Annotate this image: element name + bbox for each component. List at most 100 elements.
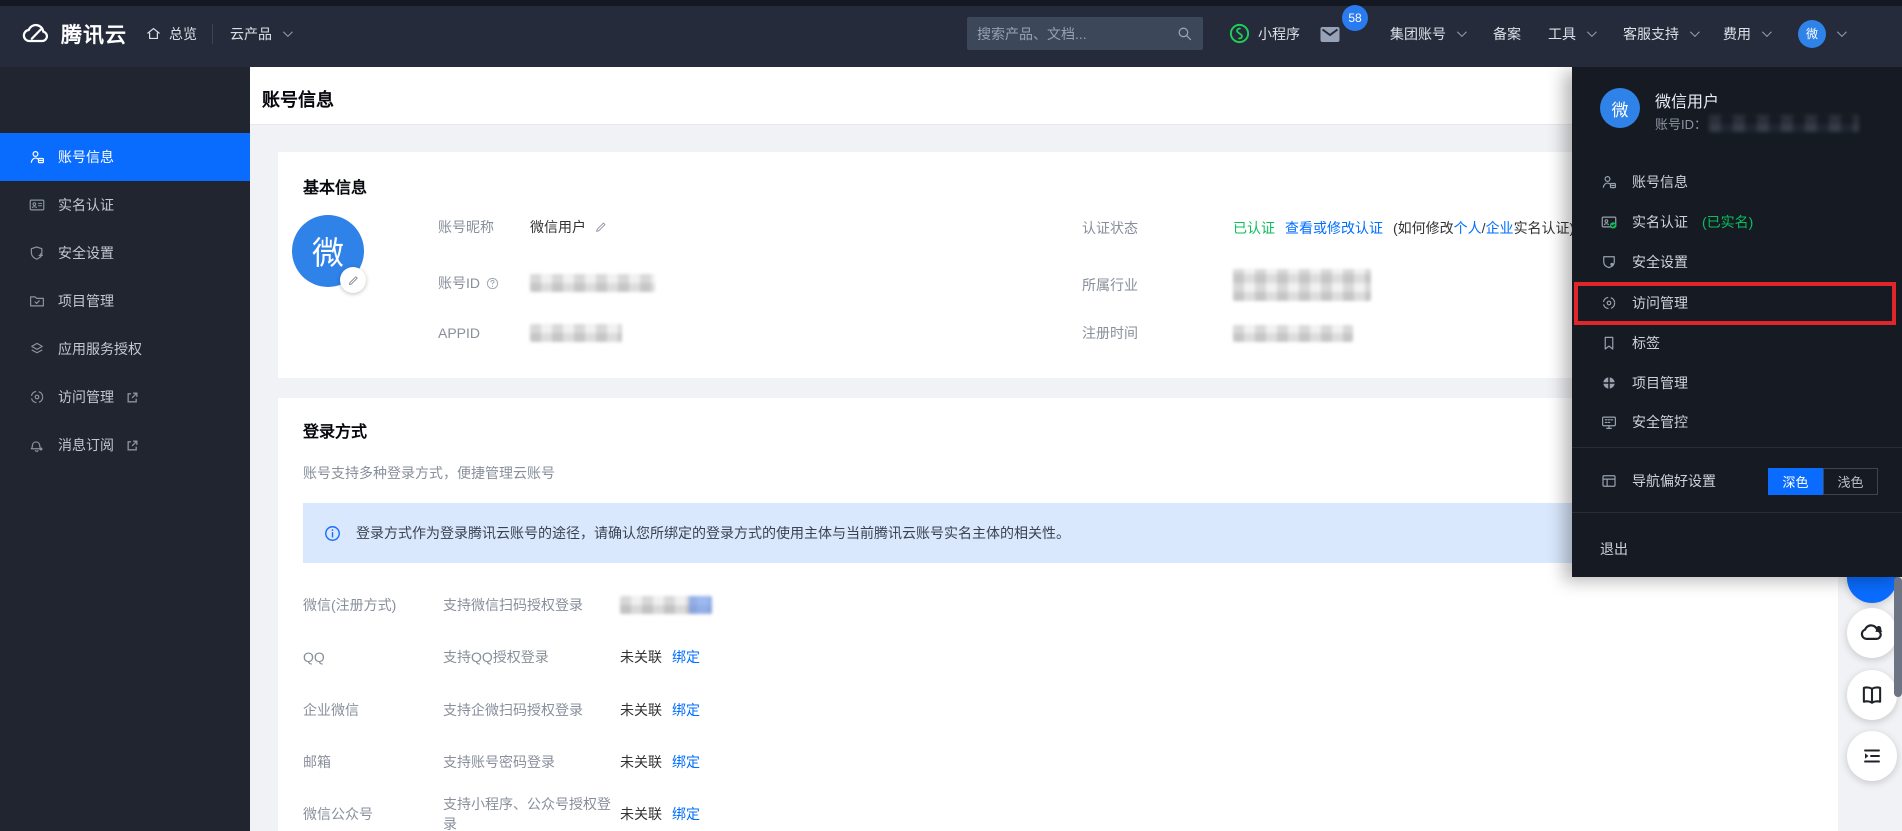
cloud-notification-float-button[interactable] — [1847, 608, 1897, 658]
sidebar-item-security-settings[interactable]: 安全设置 — [0, 229, 250, 277]
bind-link[interactable]: 绑定 — [672, 647, 700, 667]
bookmark-icon — [1600, 334, 1618, 352]
bind-link[interactable]: 绑定 — [672, 804, 700, 824]
sidebar-item-message-subscription[interactable]: 消息订阅 — [0, 421, 250, 469]
pie-quadrant-icon — [1600, 374, 1618, 392]
personal-auth-link[interactable]: 个人 — [1454, 218, 1482, 238]
bind-link[interactable]: 绑定 — [672, 752, 700, 772]
logout-button[interactable]: 退出 — [1600, 529, 1628, 569]
auth-status-value: 已认证 — [1233, 218, 1275, 238]
chevron-down-icon — [1837, 27, 1847, 37]
chevron-down-icon — [1587, 27, 1597, 37]
sidebar-item-access-management[interactable]: 访问管理 — [0, 373, 250, 421]
search-input[interactable] — [977, 26, 1176, 42]
feedback-float-button[interactable] — [1847, 731, 1897, 781]
miniprogram-icon — [1228, 22, 1251, 45]
login-row-wecom: 企业微信 支持企微扫码授权登录 未关联 绑定 — [303, 700, 700, 720]
appid-label: APPID — [438, 325, 530, 341]
blurred-register-time — [1233, 325, 1353, 342]
sidebar-item-identity-verification[interactable]: 实名认证 — [0, 181, 250, 229]
user-dropdown-panel: 微 微信用户 账号ID： 账号信息 实名认证 (已实名) 安全设置 访问管理 标… — [1572, 67, 1902, 577]
divider — [212, 24, 213, 44]
sidebar-item-project-management[interactable]: 项目管理 — [0, 277, 250, 325]
nickname-label: 账号昵称 — [438, 217, 530, 237]
docs-float-button[interactable] — [1847, 670, 1897, 720]
profile-avatar[interactable]: 微 — [292, 215, 364, 287]
chevron-down-icon — [1690, 27, 1700, 37]
nav-group-account[interactable]: 集团账号 — [1390, 0, 1464, 67]
chevron-down-icon — [1762, 27, 1772, 37]
binding-status: 未关联 — [620, 752, 672, 772]
auth-status-label: 认证状态 — [1082, 218, 1223, 238]
user-menu[interactable]: 微 — [1798, 0, 1844, 67]
shield-icon — [1600, 253, 1618, 271]
login-methods-subtitle: 账号支持多种登录方式，便捷管理云账号 — [303, 463, 555, 483]
sidebar-item-account-info[interactable]: 账号信息 — [0, 133, 250, 181]
vertical-scrollbar[interactable] — [1894, 577, 1902, 697]
user-card-icon — [28, 148, 46, 166]
search-box[interactable] — [967, 17, 1203, 50]
panel-item-account-info[interactable]: 账号信息 — [1600, 162, 1688, 202]
external-link-icon — [126, 439, 139, 452]
account-id-row: 账号ID — [438, 273, 655, 293]
panel-item-security-settings[interactable]: 安全设置 — [1600, 242, 1688, 282]
edit-nickname-button[interactable] — [594, 220, 608, 234]
nickname-value: 微信用户 — [530, 217, 586, 237]
panel-item-access-management[interactable]: 访问管理 — [1600, 283, 1688, 323]
nav-icp[interactable]: 备案 — [1493, 0, 1521, 67]
theme-light-button[interactable]: 浅色 — [1823, 468, 1878, 495]
top-navbar: 腾讯云 总览 云产品 小程序 58 集团账号 备案 工具 — [0, 0, 1902, 67]
help-icon[interactable] — [485, 276, 500, 291]
blurred-account-id — [530, 274, 655, 292]
panel-item-tags[interactable]: 标签 — [1600, 323, 1660, 363]
login-row-email: 邮箱 支持账号密码登录 未关联 绑定 — [303, 752, 700, 772]
tencent-cloud-console: 腾讯云 总览 云产品 小程序 58 集团账号 备案 工具 — [0, 0, 1902, 831]
cam-icon — [28, 388, 46, 406]
layout-icon — [1600, 472, 1618, 490]
cloud-bell-icon — [1858, 619, 1886, 647]
chevron-down-icon — [283, 27, 293, 37]
brand-logo[interactable]: 腾讯云 — [18, 0, 127, 67]
page-title: 账号信息 — [262, 86, 334, 112]
info-banner-text: 登录方式作为登录腾讯云账号的途径，请确认您所绑定的登录方式的使用主体与当前腾讯云… — [356, 523, 1070, 543]
message-count-badge: 58 — [1342, 5, 1368, 31]
login-row-qq: QQ 支持QQ授权登录 未关联 绑定 — [303, 647, 700, 667]
register-time-row: 注册时间 — [1082, 323, 1353, 343]
layers-icon — [28, 340, 46, 358]
panel-account-id-label: 账号ID： — [1655, 114, 1707, 133]
bind-link[interactable]: 绑定 — [672, 700, 700, 720]
open-book-icon — [1859, 682, 1885, 708]
appid-row: APPID — [438, 323, 622, 343]
panel-item-identity-verification[interactable]: 实名认证 (已实名) — [1600, 202, 1753, 242]
bell-icon — [28, 436, 46, 454]
sidebar-item-app-service-auth[interactable]: 应用服务授权 — [0, 325, 250, 373]
theme-toggle: 深色 浅色 — [1768, 468, 1878, 495]
messages-button[interactable] — [1318, 0, 1342, 67]
brand-name: 腾讯云 — [61, 19, 127, 49]
chevron-down-icon — [1457, 27, 1467, 37]
shield-plus-icon — [28, 244, 46, 262]
search-icon[interactable] — [1176, 25, 1193, 42]
panel-item-nav-preference: 导航偏好设置 — [1600, 461, 1716, 501]
theme-dark-button[interactable]: 深色 — [1768, 468, 1823, 495]
info-circle-icon — [323, 524, 342, 543]
register-time-label: 注册时间 — [1082, 323, 1233, 343]
nav-overview[interactable]: 总览 — [145, 0, 197, 67]
divider — [1572, 447, 1902, 448]
panel-item-security-control[interactable]: 安全管控 — [1600, 402, 1688, 442]
basic-info-title: 基本信息 — [303, 174, 367, 198]
login-row-wechat: 微信(注册方式) 支持微信扫码授权登录 — [303, 595, 712, 615]
nav-miniprogram[interactable]: 小程序 — [1228, 0, 1300, 67]
nav-support[interactable]: 客服支持 — [1623, 0, 1697, 67]
edit-avatar-button[interactable] — [340, 267, 366, 293]
nav-products[interactable]: 云产品 — [230, 0, 290, 67]
enterprise-auth-link[interactable]: 企业 — [1486, 218, 1514, 238]
blurred-wechat-binding — [620, 596, 712, 614]
nav-billing[interactable]: 费用 — [1723, 0, 1769, 67]
avatar: 微 — [1600, 88, 1640, 128]
panel-item-project-management[interactable]: 项目管理 — [1600, 363, 1688, 403]
nav-tools[interactable]: 工具 — [1548, 0, 1594, 67]
feedback-list-icon — [1860, 744, 1884, 768]
view-modify-auth-link[interactable]: 查看或修改认证 — [1285, 218, 1383, 238]
login-row-wechat-official: 微信公众号 支持小程序、公众号授权登录 未关联 绑定 — [303, 804, 700, 824]
